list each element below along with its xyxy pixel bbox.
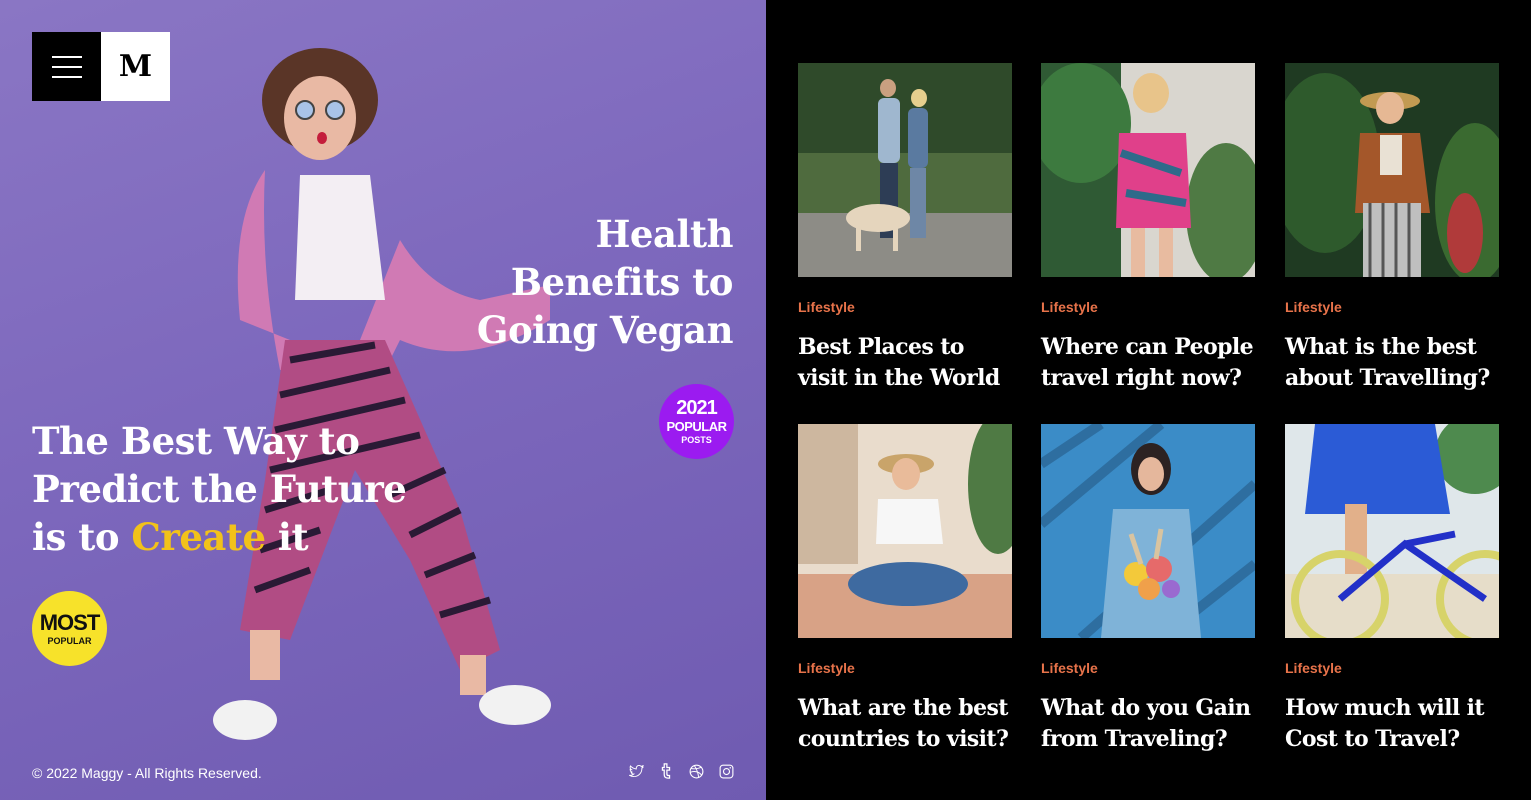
featured-post-title[interactable]: Health Benefits to Going Vegan (473, 210, 734, 354)
post-title-link[interactable]: What is the best about Travelling? (1285, 332, 1499, 394)
badge-most-line1: MOST (39, 609, 101, 635)
post-category-link[interactable]: Lifestyle (798, 660, 1012, 676)
post-thumbnail[interactable] (798, 424, 1012, 638)
post-category-link[interactable]: Lifestyle (1285, 299, 1499, 315)
badge-line2: POSTS (681, 435, 712, 445)
popular-posts-badge: 2021 POPULAR POSTS (659, 384, 734, 459)
dribbble-icon[interactable] (687, 762, 705, 780)
social-links (627, 762, 735, 780)
menu-bar-icon (51, 55, 82, 58)
most-popular-badge: MOST POPULAR (32, 591, 107, 666)
post-title-link[interactable]: What are the best countries to visit? (798, 693, 1012, 755)
post-card: Lifestyle Best Places to visit in the Wo… (798, 63, 1012, 394)
tumblr-icon[interactable] (657, 762, 675, 780)
menu-bar-icon (51, 75, 82, 78)
post-card: Lifestyle How much will it Cost to Trave… (1285, 424, 1499, 755)
post-card: Lifestyle What do you Gain from Travelin… (1041, 424, 1255, 755)
post-title-link[interactable]: Best Places to visit in the World (798, 332, 1012, 394)
post-title-link[interactable]: How much will it Cost to Travel? (1285, 693, 1499, 755)
hero-section: M Health Benefits to Going Vegan 2021 PO… (0, 0, 766, 800)
post-title-link[interactable]: What do you Gain from Traveling? (1041, 693, 1255, 755)
twitter-icon[interactable] (627, 762, 645, 780)
headline-highlight: Create (131, 515, 266, 559)
badge-year: 2021 (676, 397, 717, 419)
post-thumbnail[interactable] (798, 63, 1012, 277)
hamburger-menu-button[interactable] (32, 32, 101, 101)
post-card: Lifestyle Where can People travel right … (1041, 63, 1255, 394)
badge-line1: POPULAR (666, 419, 727, 434)
logo-block: M (32, 32, 170, 101)
badge-most-line2: POPULAR (47, 635, 92, 646)
copyright-text: © 2022 Maggy - All Rights Reserved. (32, 765, 262, 781)
post-category-link[interactable]: Lifestyle (798, 299, 1012, 315)
posts-grid: Lifestyle Best Places to visit in the Wo… (766, 0, 1531, 800)
post-thumbnail[interactable] (1285, 424, 1499, 638)
post-card: Lifestyle What is the best about Travell… (1285, 63, 1499, 394)
post-category-link[interactable]: Lifestyle (1285, 660, 1499, 676)
instagram-icon[interactable] (717, 762, 735, 780)
post-category-link[interactable]: Lifestyle (1041, 299, 1255, 315)
post-thumbnail[interactable] (1041, 424, 1255, 638)
post-thumbnail[interactable] (1285, 63, 1499, 277)
hero-headline[interactable]: The Best Way to Predict the Future is to… (32, 417, 412, 561)
brand-logo[interactable]: M (101, 32, 170, 101)
post-category-link[interactable]: Lifestyle (1041, 660, 1255, 676)
menu-bar-icon (51, 65, 82, 68)
post-title-link[interactable]: Where can People travel right now? (1041, 332, 1255, 394)
headline-suffix: it (265, 515, 309, 559)
post-thumbnail[interactable] (1041, 63, 1255, 277)
post-card: Lifestyle What are the best countries to… (798, 424, 1012, 755)
